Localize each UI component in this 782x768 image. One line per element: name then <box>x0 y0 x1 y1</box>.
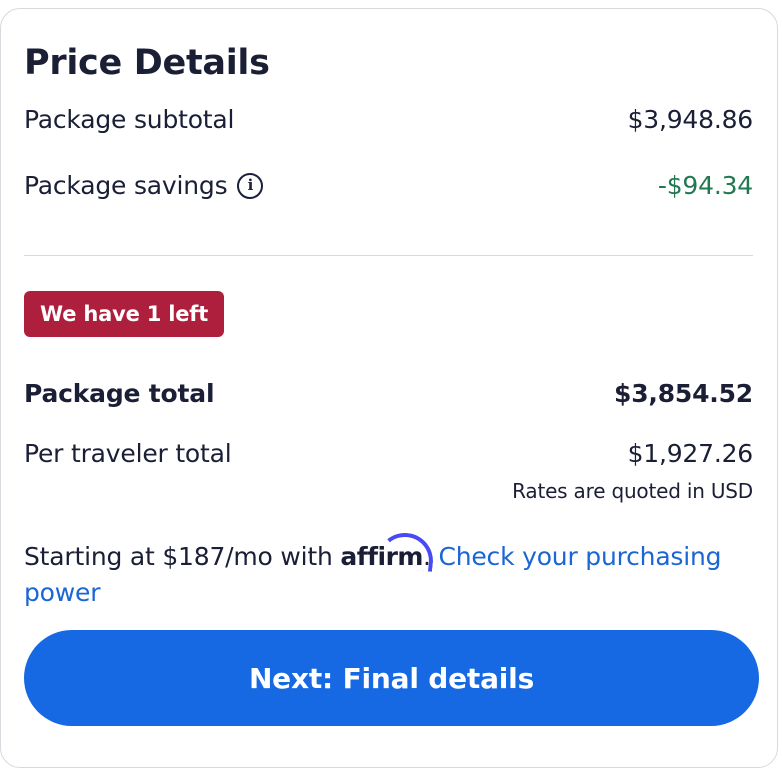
savings-row: Package savings i -$94.34 <box>24 171 753 200</box>
per-traveler-label: Per traveler total <box>24 439 232 468</box>
availability-badge: We have 1 left <box>24 291 225 337</box>
savings-label: Package savings <box>24 171 228 200</box>
info-icon[interactable]: i <box>237 172 264 199</box>
price-details-card: Price Details Package subtotal $3,948.86… <box>0 8 778 768</box>
subtotal-row: Package subtotal $3,948.86 <box>24 105 753 134</box>
subtotal-label: Package subtotal <box>24 105 235 134</box>
subtotal-value: $3,948.86 <box>627 105 754 134</box>
per-traveler-row: Per traveler total $1,927.26 <box>24 439 753 468</box>
affirm-arc-icon <box>376 530 437 572</box>
per-traveler-value: $1,927.26 <box>627 439 754 468</box>
price-details-title: Price Details <box>24 43 270 83</box>
rates-note: Rates are quoted in USD <box>512 479 753 503</box>
total-label: Package total <box>24 379 215 408</box>
total-row: Package total $3,854.52 <box>24 379 753 408</box>
financing-line: Starting at $187/mo with affirm. Check y… <box>24 530 737 611</box>
total-value: $3,854.52 <box>614 379 753 408</box>
savings-label-group: Package savings i <box>24 171 264 200</box>
affirm-logo: affirm <box>340 530 437 575</box>
financing-prefix: Starting at $187/mo with <box>24 542 333 571</box>
divider <box>24 255 753 256</box>
next-final-details-button[interactable]: Next: Final details <box>24 630 759 726</box>
savings-value: -$94.34 <box>657 171 753 200</box>
